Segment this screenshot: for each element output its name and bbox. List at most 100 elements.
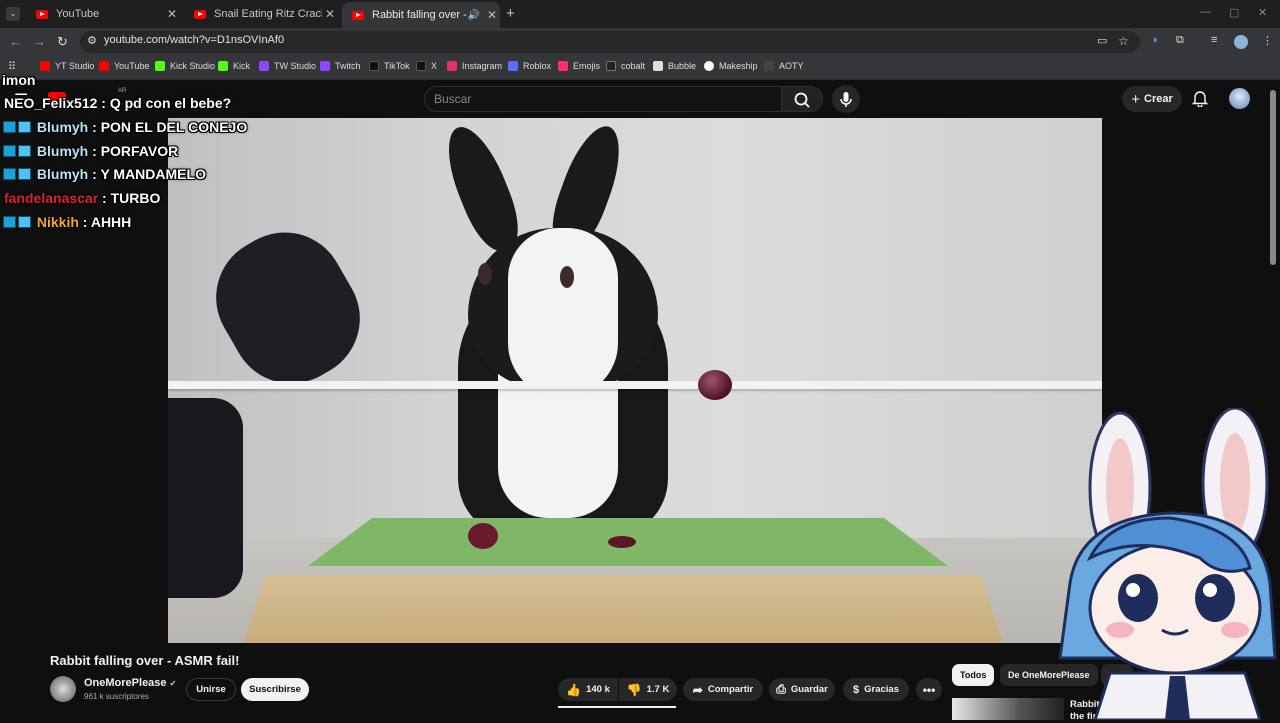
voice-search-button[interactable] <box>832 85 860 113</box>
tab-snail[interactable]: Snail Eating Ritz Cracker But Th ✕ <box>184 0 338 28</box>
bookmark-twitch[interactable]: Twitch <box>320 61 361 71</box>
profile-avatar[interactable] <box>1234 35 1248 49</box>
maximize-icon[interactable]: ▢ <box>1229 6 1239 19</box>
makeship-icon <box>704 61 714 71</box>
chat-username: Blumyh <box>36 166 89 182</box>
microphone-in-video <box>194 210 382 406</box>
chip-all[interactable]: Todos <box>952 664 995 686</box>
youtube-logo-region: AR <box>118 88 127 94</box>
bookmark-yt-studio[interactable]: YT Studio <box>40 61 94 71</box>
bookmark-instagram[interactable]: Instagram <box>447 61 502 71</box>
video-player[interactable] <box>168 118 1102 643</box>
related-video-thumbnail[interactable] <box>952 698 1064 720</box>
thanks-button[interactable]: $ Gracias <box>843 678 909 701</box>
like-button[interactable]: 👍 140 k <box>558 678 618 701</box>
bookmark-aoty[interactable]: AOTY <box>764 61 804 71</box>
tab-search-button[interactable]: ⌄ <box>6 7 20 21</box>
youtube-favicon-icon <box>36 9 48 19</box>
close-icon[interactable]: ✕ <box>484 8 500 22</box>
chat-text: PORFAVOR <box>100 143 179 159</box>
roblox-icon <box>508 61 518 71</box>
new-tab-button[interactable]: + <box>506 5 515 22</box>
tab-youtube[interactable]: YouTube ✕ <box>26 0 180 28</box>
kick-icon <box>218 61 228 71</box>
site-info-icon[interactable]: ⚙ <box>87 34 97 47</box>
bookmark-youtube[interactable]: YouTube <box>99 61 149 71</box>
bookmark-kick-studio[interactable]: Kick Studio <box>155 61 215 71</box>
bookmark-x[interactable]: X <box>416 61 437 71</box>
bookmark-cobalt[interactable]: cobalt <box>606 61 645 71</box>
chat-text: TURBO <box>110 190 161 206</box>
subscriber-badge-icon <box>3 145 16 157</box>
chat-text: PON EL DEL CONEJO <box>100 119 248 135</box>
thumbs-up-icon: 👍 <box>566 682 582 697</box>
forward-icon[interactable]: → <box>33 34 46 49</box>
account-avatar[interactable] <box>1229 88 1250 109</box>
skewer-stick <box>168 381 1102 389</box>
share-icon: ➦ <box>692 682 703 697</box>
sub-badge-icon <box>18 216 31 228</box>
grape-on-skewer <box>698 370 732 400</box>
search-placeholder: Buscar <box>434 92 472 106</box>
url-text[interactable]: youtube.com/watch?v=D1nsOVInAf0 <box>104 34 284 46</box>
more-icon: ••• <box>922 682 936 697</box>
bookmark-star-icon[interactable]: ☆ <box>1118 34 1129 48</box>
minimize-icon[interactable]: — <box>1200 6 1211 18</box>
close-icon[interactable]: ✕ <box>322 7 338 21</box>
share-button[interactable]: ➦ Compartir <box>683 678 763 701</box>
extensions-puzzle-icon[interactable]: ⧉ <box>1176 34 1184 47</box>
dislike-button[interactable]: 👎 1.7 K <box>619 678 677 701</box>
page-scrollbar[interactable] <box>1270 90 1276 265</box>
kick-icon <box>155 61 165 71</box>
chat-username: NEO_Felix512 <box>4 95 98 111</box>
chat-separator: : <box>78 214 91 230</box>
bookmark-tw-studio[interactable]: TW Studio <box>259 61 316 71</box>
verified-icon: ✔ <box>169 679 177 688</box>
bookmark-makeship[interactable]: Makeship <box>704 61 758 71</box>
video-title: Rabbit falling over - ASMR fail! <box>50 653 240 668</box>
bookmark-roblox[interactable]: Roblox <box>508 61 551 71</box>
subscriber-count: 961 k suscriptores <box>84 692 149 701</box>
window-close-icon[interactable]: ✕ <box>1258 6 1267 19</box>
chat-separator: : <box>88 143 101 159</box>
plus-icon: + <box>1131 90 1140 108</box>
reading-list-icon[interactable]: ≡ <box>1211 34 1217 46</box>
chat-text: AHHH <box>90 214 132 230</box>
subscriber-badge-icon <box>3 121 16 133</box>
microphone-stand <box>168 398 243 598</box>
channel-avatar[interactable] <box>50 676 76 702</box>
extension-icon[interactable]: ◗ <box>1152 34 1159 46</box>
channel-name[interactable]: OneMorePlease ✔ <box>84 677 176 689</box>
bookmark-emojis[interactable]: Emojis <box>558 61 600 71</box>
browser-menu-icon[interactable]: ⋮ <box>1262 34 1273 47</box>
sub-badge-icon <box>18 145 31 157</box>
notifications-bell-icon[interactable] <box>1191 90 1209 112</box>
more-actions-button[interactable]: ••• <box>916 678 942 701</box>
search-button[interactable] <box>781 86 823 112</box>
rabbit-right-eye <box>560 266 574 288</box>
chat-username: Blumyh <box>36 119 89 135</box>
close-icon[interactable]: ✕ <box>164 7 180 21</box>
speaker-icon[interactable]: 🔊 <box>468 10 480 21</box>
bookmark-bubble[interactable]: Bubble <box>653 61 696 71</box>
back-icon[interactable]: ← <box>9 34 22 49</box>
chat-message: fandelanascar : TURBO <box>4 190 160 206</box>
search-input[interactable] <box>424 86 782 112</box>
install-app-icon[interactable]: ▭ <box>1097 34 1107 47</box>
chat-username: Nikkih <box>36 214 79 230</box>
chat-username: fandelanascar <box>4 190 99 206</box>
youtube-favicon-icon <box>194 9 206 19</box>
reload-icon[interactable]: ↻ <box>57 34 68 50</box>
save-button[interactable]: ⎙ Guardar <box>769 678 835 701</box>
vtuber-avatar-overlay <box>1050 408 1280 720</box>
create-button[interactable]: + Crear <box>1122 86 1182 112</box>
bookmark-tiktok[interactable]: TikTok <box>369 61 410 71</box>
join-button[interactable]: Unirse <box>186 678 236 701</box>
chat-message: NEO_Felix512 : Q pd con el bebe? <box>4 95 231 111</box>
bookmark-kick[interactable]: Kick <box>218 61 250 71</box>
emoji-icon <box>558 61 568 71</box>
tab-rabbit[interactable]: Rabbit falling over - ASMR 🔊 ✕ <box>342 2 500 28</box>
subscribe-button[interactable]: Suscribirse <box>241 678 309 701</box>
subscriber-badge-icon <box>3 216 16 228</box>
chat-separator: : <box>98 190 111 206</box>
